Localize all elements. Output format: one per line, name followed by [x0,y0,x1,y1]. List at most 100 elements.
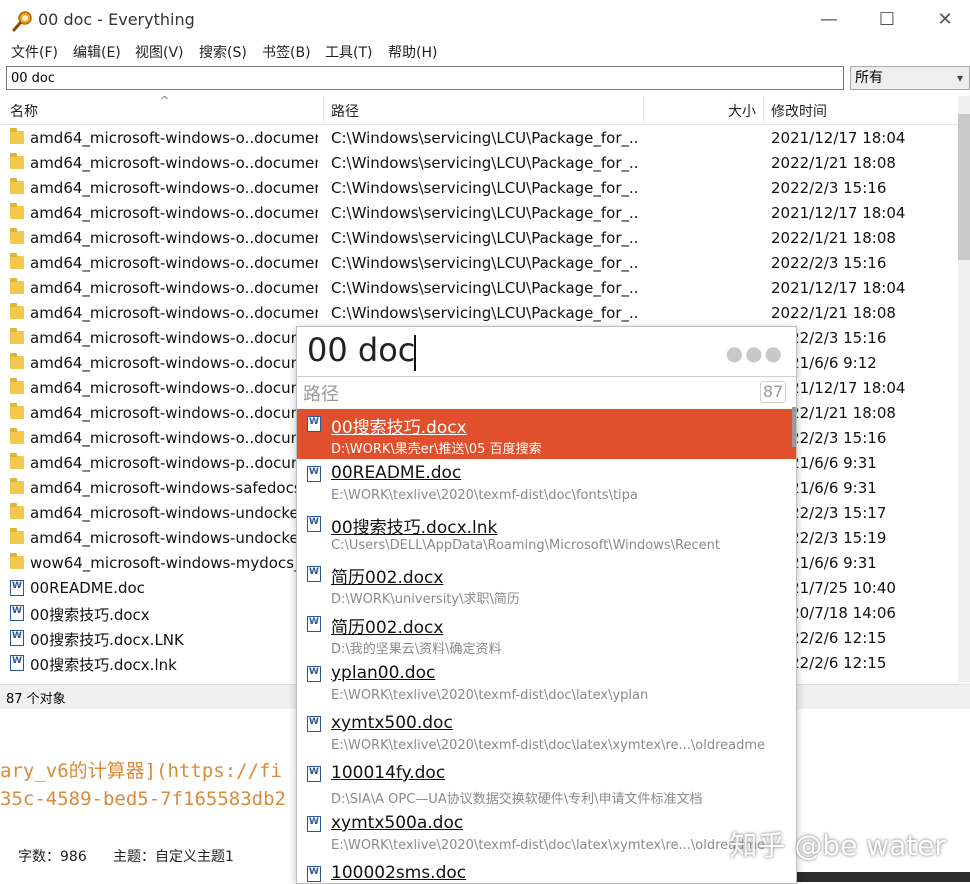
row-name: amd64_microsoft-windows-o..documentation… [30,429,318,447]
result-path: C:\Users\DELL\AppData\Roaming\Microsoft\… [331,538,720,553]
popup-result-item[interactable]: xymtx500a.doc E:\WORK\texlive\2020\texmf-… [297,809,796,859]
word-icon [10,580,24,596]
row-name: amd64_microsoft-windows-o..documentation… [30,204,318,222]
table-row[interactable]: amd64_microsoft-windows-o..documentation… [0,226,958,251]
row-name: amd64_microsoft-windows-o..documentation… [30,279,318,297]
result-name: 00README.doc [331,463,462,483]
maximize-button[interactable]: ☐ [872,8,902,32]
row-date: 2021/12/17 18:04 [771,129,906,147]
divider [297,376,796,377]
folder-icon [10,528,24,544]
result-path: D:\SIA\A OPC—UA协议数据交换软硬件\专利\申请文件标准文档 [331,792,703,807]
column-divider[interactable] [763,96,764,124]
word-doc-icon [307,466,321,482]
column-path[interactable]: 路径 [331,101,359,121]
minimize-button[interactable]: — [814,8,844,32]
folder-icon [10,303,24,319]
menu-help[interactable]: 帮助(H) [388,42,437,62]
popup-result-item[interactable]: 00搜索技巧.docx D:\WORK\果壳er\推送\05 百度搜索 [297,409,796,459]
row-name: amd64_microsoft-windows-o..documentation… [30,154,318,172]
column-size[interactable]: 大小 [728,101,756,121]
folder-icon [10,153,24,169]
popup-result-item[interactable]: 100014fy.doc D:\SIA\A OPC—UA协议数据交换软硬件\专利\… [297,759,796,809]
scrollbar-thumb[interactable] [958,114,970,260]
popup-result-item[interactable]: 简历002.docx D:\我的坚果云\资料\确定资料 [297,609,796,659]
object-count: 87 个对象 [6,692,66,707]
search-input[interactable]: 00 doc [6,66,844,90]
theme-label: 主题：自定义主题1 [113,849,234,865]
table-row[interactable]: amd64_microsoft-windows-o..documentation… [0,151,958,176]
row-name: amd64_microsoft-windows-undockedd... [30,529,318,547]
menu-view[interactable]: 视图(V) [135,42,184,62]
row-name: amd64_microsoft-windows-o..documentation… [30,254,318,272]
table-row[interactable]: amd64_microsoft-windows-o..documentation… [0,276,958,301]
row-date: 2022/2/3 15:16 [771,254,887,272]
column-divider[interactable] [643,96,644,124]
result-name: 100014fy.doc [331,763,446,783]
row-name: amd64_microsoft-windows-o..documentation… [30,379,318,397]
menu-file[interactable]: 文件(F) [11,42,58,62]
folder-icon [10,353,24,369]
result-path: D:\WORK\university\求职\简历 [331,592,520,607]
row-name: wow64_microsoft-windows-mydocs_... [30,554,316,572]
menu-bookmarks[interactable]: 书签(B) [262,42,311,62]
word-icon [10,605,24,621]
folder-icon [10,328,24,344]
folder-icon [10,278,24,294]
result-count-badge: 87 [760,381,786,403]
row-name: amd64_microsoft-windows-o..documentation… [30,329,318,347]
word-icon [10,655,24,671]
magnifier-icon [12,11,32,32]
title-bar: 00 doc - Everything — ☐ ✕ [0,0,970,40]
row-path: C:\Windows\servicing\LCU\Package_for_... [331,229,637,247]
menu-tools[interactable]: 工具(T) [325,42,372,62]
result-name: xymtx500.doc [331,713,453,733]
column-name[interactable]: 名称 [10,101,38,121]
row-path: C:\Windows\servicing\LCU\Package_for_... [331,254,637,272]
filter-select[interactable]: 所有 ▾ [850,66,970,90]
popup-scrollbar[interactable] [792,407,796,447]
popup-result-item[interactable]: 100002sms.doc [297,859,796,883]
sort-ascending-icon: ^ [160,94,170,107]
row-date: 2021/12/17 18:04 [771,204,906,222]
column-modified[interactable]: 修改时间 [771,101,827,121]
popup-result-item[interactable]: yplan00.doc E:\WORK\texlive\2020\texmf-di… [297,659,796,709]
table-row[interactable]: amd64_microsoft-windows-o..documentation… [0,176,958,201]
row-name: amd64_microsoft-windows-o..documentation… [30,179,318,197]
row-date: 2022/1/21 18:08 [771,154,896,172]
table-row[interactable]: amd64_microsoft-windows-o..documentation… [0,126,958,151]
row-name: amd64_microsoft-windows-safedocs... [30,479,316,497]
result-name: 简历002.docx [331,618,444,638]
popup-result-item[interactable]: 00README.doc E:\WORK\texlive\2020\texmf-d… [297,459,796,509]
row-path: C:\Windows\servicing\LCU\Package_for_... [331,279,637,297]
row-name: amd64_microsoft-windows-undockedd... [30,504,318,522]
row-path: C:\Windows\servicing\LCU\Package_for_... [331,179,637,197]
menu-bar: 文件(F) 编辑(E) 视图(V) 搜索(S) 书签(B) 工具(T) 帮助(H… [0,40,970,64]
row-name: 00搜索技巧.docx [30,606,150,624]
chevron-down-icon: ▾ [956,71,963,85]
row-name: amd64_microsoft-windows-o..documentation… [30,404,318,422]
menu-search[interactable]: 搜索(S) [199,42,247,62]
popup-search-input[interactable]: 00 doc [307,331,415,369]
table-row[interactable]: amd64_microsoft-windows-o..documentation… [0,201,958,226]
scope-label: 路径 [303,384,339,405]
row-name: amd64_microsoft-windows-o..documentation… [30,354,318,372]
row-name: amd64_microsoft-windows-o..documentation… [30,129,318,147]
table-row[interactable]: amd64_microsoft-windows-o..documentation… [0,301,958,326]
word-doc-icon [307,566,321,582]
folder-icon [10,228,24,244]
menu-edit[interactable]: 编辑(E) [73,42,121,62]
close-button[interactable]: ✕ [930,8,960,32]
editor-line: ary_v6的计算器](https://fi [0,760,282,782]
more-options-icon[interactable]: ●●● [726,341,784,365]
result-name: 简历002.docx [331,568,444,588]
popup-result-item[interactable]: 00搜索技巧.docx.lnkC:\Users\DELL\AppData\Roa… [297,509,796,559]
column-headers: ^ 名称 路径 大小 修改时间 [0,94,958,125]
row-date: 2022/1/21 18:08 [771,304,896,322]
word-doc-icon [307,516,321,532]
table-row[interactable]: amd64_microsoft-windows-o..documentation… [0,251,958,276]
popup-result-item[interactable]: 简历002.docx D:\WORK\university\求职\简历 [297,559,796,609]
result-path: D:\我的坚果云\资料\确定资料 [331,642,502,657]
popup-result-item[interactable]: xymtx500.doc E:\WORK\texlive\2020\texmf-d… [297,709,796,759]
column-divider[interactable] [323,96,324,124]
